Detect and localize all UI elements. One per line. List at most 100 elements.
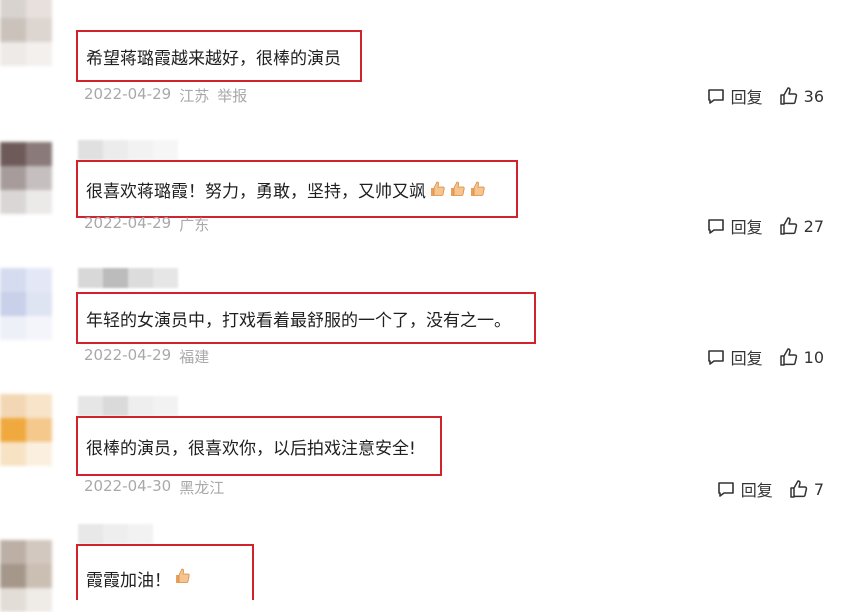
avatar-pixel xyxy=(0,268,26,292)
username[interactable] xyxy=(78,268,178,288)
thumbs-up-icon xyxy=(789,479,809,499)
avatar-pixel xyxy=(26,540,52,564)
like-count: 10 xyxy=(803,347,824,367)
like-button[interactable]: 10 xyxy=(779,347,824,367)
comment-text: 霞霞加油！ xyxy=(86,571,171,591)
report-link[interactable]: 举报 xyxy=(217,85,247,106)
avatar[interactable] xyxy=(0,394,52,466)
username-pixel xyxy=(103,396,128,416)
avatar-pixel xyxy=(26,292,52,316)
comment-text: 年轻的女演员中，打戏看着最舒服的一个了，没有之一。 xyxy=(86,310,511,331)
comment-bubble-icon xyxy=(706,347,726,367)
avatar-pixel xyxy=(26,190,52,214)
comment-date: 2022-04-29 xyxy=(84,346,172,364)
username-pixel xyxy=(153,396,178,416)
avatar-pixel xyxy=(0,394,26,418)
username-pixel xyxy=(128,524,153,544)
username-pixel xyxy=(78,140,103,160)
comment-actions: 回复 7 xyxy=(716,477,824,501)
comment-bubble-icon xyxy=(716,479,736,499)
avatar[interactable] xyxy=(0,142,52,214)
avatar[interactable] xyxy=(0,0,52,66)
thumbs-up-icon xyxy=(779,86,799,106)
thumbs-up-emoji-icon xyxy=(431,181,445,196)
like-button[interactable]: 36 xyxy=(779,86,824,106)
reply-label: 回复 xyxy=(730,88,763,107)
avatar-pixel xyxy=(26,0,52,18)
avatar-pixel xyxy=(0,0,26,18)
like-button[interactable]: 27 xyxy=(779,216,824,236)
username-pixel xyxy=(103,524,128,544)
avatar-pixel xyxy=(0,442,26,466)
comment-actions: 回复 36 xyxy=(706,84,824,108)
username[interactable] xyxy=(78,524,153,544)
avatar-pixel xyxy=(0,316,26,340)
reply-button[interactable]: 回复 xyxy=(706,84,763,108)
avatar-pixel xyxy=(26,166,52,190)
comment-location: 广东 xyxy=(179,216,210,234)
comment-text-highlight: 很棒的演员，很喜欢你，以后拍戏注意安全! xyxy=(76,416,442,476)
avatar-pixel xyxy=(0,540,26,564)
comment-text-highlight: 很喜欢蒋璐霞！努力，勇敢，坚持，又帅又飒 xyxy=(76,160,518,218)
avatar-pixel xyxy=(0,42,26,66)
username-pixel xyxy=(128,396,153,416)
avatar-pixel xyxy=(26,394,52,418)
avatar-pixel xyxy=(26,588,52,612)
comment-text-highlight: 年轻的女演员中，打戏看着最舒服的一个了，没有之一。 xyxy=(76,292,536,344)
avatar-pixel xyxy=(0,564,26,588)
comment-text-highlight: 希望蒋璐霞越来越好，很棒的演员 xyxy=(76,30,362,82)
username-pixel xyxy=(78,524,103,544)
comment-text: 很棒的演员，很喜欢你，以后拍戏注意安全! xyxy=(86,438,416,459)
thumbs-up-emoji-icon xyxy=(451,181,465,196)
comment-location: 福建 xyxy=(179,348,210,366)
comment-date: 2022-04-30 xyxy=(84,477,172,495)
reply-label: 回复 xyxy=(730,218,763,237)
username-pixel xyxy=(103,268,128,288)
comment-bubble-icon xyxy=(706,216,726,236)
emoji-row xyxy=(171,566,191,586)
thumbs-up-emoji-icon xyxy=(176,568,190,583)
comment-meta: 2022-04-29 广东 xyxy=(84,214,209,235)
thumbs-up-icon xyxy=(779,216,799,236)
comment-actions: 回复 10 xyxy=(706,345,824,369)
username-pixel xyxy=(103,140,128,160)
like-count: 7 xyxy=(813,479,824,499)
avatar-pixel xyxy=(0,190,26,214)
avatar-pixel xyxy=(0,418,26,442)
username-pixel xyxy=(153,268,178,288)
comment-date: 2022-04-29 xyxy=(84,214,172,232)
avatar-pixel xyxy=(26,564,52,588)
comment-text-highlight: 霞霞加油！ xyxy=(76,544,254,600)
avatar[interactable] xyxy=(0,268,52,340)
reply-button[interactable]: 回复 xyxy=(706,214,763,238)
comment-actions: 回复 27 xyxy=(706,214,824,238)
avatar-pixel xyxy=(26,42,52,66)
reply-label: 回复 xyxy=(730,349,763,368)
avatar-pixel xyxy=(26,142,52,166)
reply-button[interactable]: 回复 xyxy=(706,345,763,369)
avatar-pixel xyxy=(26,442,52,466)
avatar-pixel xyxy=(0,142,26,166)
reply-label: 回复 xyxy=(740,481,773,500)
comment-meta: 2022-04-29 江苏 举报 xyxy=(84,85,247,106)
comment-date: 2022-04-29 xyxy=(84,85,172,103)
avatar-pixel xyxy=(0,292,26,316)
emoji-row xyxy=(426,179,486,199)
username-pixel xyxy=(128,268,153,288)
comment-location: 黑龙江 xyxy=(179,479,225,497)
comment-text: 很喜欢蒋璐霞！努力，勇敢，坚持，又帅又飒 xyxy=(86,181,426,202)
username[interactable] xyxy=(78,396,178,416)
avatar[interactable] xyxy=(0,540,52,612)
avatar-pixel xyxy=(0,18,26,42)
comment-meta: 2022-04-30 黑龙江 xyxy=(84,477,224,498)
reply-button[interactable]: 回复 xyxy=(716,477,773,501)
username[interactable] xyxy=(78,140,178,160)
like-button[interactable]: 7 xyxy=(789,479,824,499)
username-pixel xyxy=(78,396,103,416)
thumbs-up-icon xyxy=(779,347,799,367)
comment-meta: 2022-04-29 福建 xyxy=(84,346,209,367)
username-pixel xyxy=(78,268,103,288)
comment-bubble-icon xyxy=(706,86,726,106)
avatar-pixel xyxy=(26,418,52,442)
like-count: 27 xyxy=(803,216,824,236)
